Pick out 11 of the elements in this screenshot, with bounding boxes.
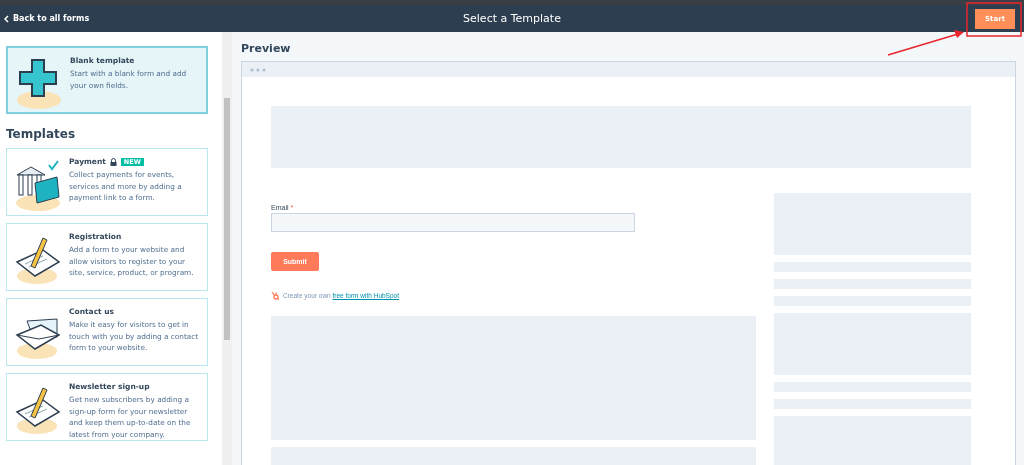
scrollbar[interactable] xyxy=(222,32,232,465)
sprocket-icon xyxy=(271,291,280,300)
plus-illustration-icon xyxy=(14,56,64,112)
chevron-left-icon xyxy=(4,14,9,23)
back-link[interactable]: Back to all forms xyxy=(0,14,90,23)
preview-heading: Preview xyxy=(241,42,292,55)
email-field[interactable] xyxy=(271,213,635,232)
highlight-frame xyxy=(966,2,1022,37)
dots-icon xyxy=(250,67,268,72)
section-heading: Templates xyxy=(6,127,77,141)
page-title: Select a Template xyxy=(463,12,561,25)
